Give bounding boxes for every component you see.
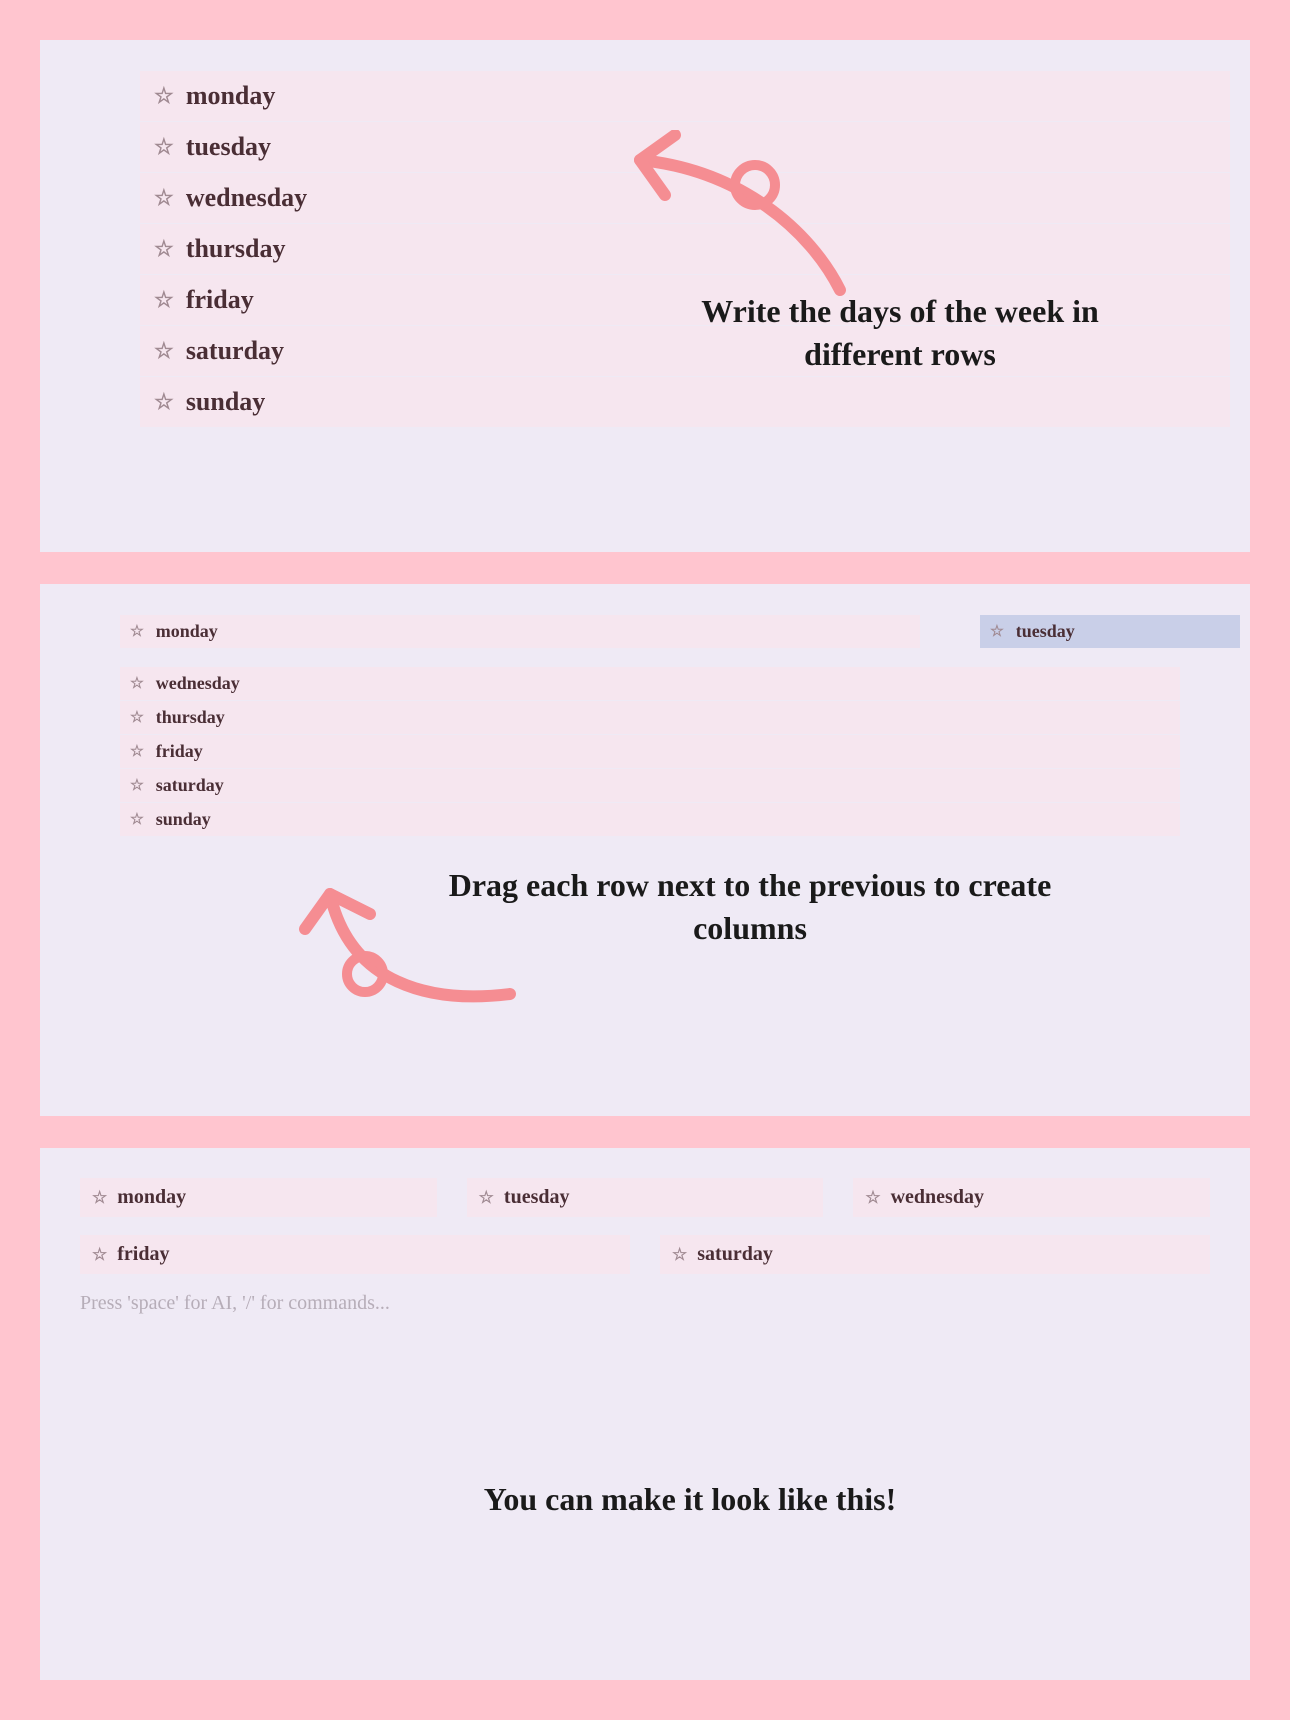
column-header[interactable]: ☆ tuesday (467, 1178, 824, 1217)
list-item[interactable]: ☆ saturday (120, 768, 1180, 802)
days-list: ☆ wednesday ☆ thursday ☆ friday ☆ saturday ☆… (120, 666, 1180, 836)
day-label: saturday (156, 775, 224, 796)
day-label: wednesday (891, 1186, 984, 1209)
drag-row: ☆ monday ☆ tuesday (120, 614, 1250, 648)
star-icon: ☆ (990, 622, 1004, 641)
star-icon: ☆ (672, 1245, 687, 1265)
day-label: friday (186, 285, 254, 315)
star-icon: ☆ (92, 1245, 107, 1265)
list-item[interactable]: ☆ friday (120, 734, 1180, 768)
star-icon: ☆ (130, 622, 144, 641)
day-label: thursday (156, 707, 225, 728)
star-icon: ☆ (865, 1188, 880, 1208)
day-label: monday (186, 81, 276, 111)
list-item[interactable]: ☆ monday (120, 614, 920, 648)
star-icon: ☆ (479, 1188, 494, 1208)
star-icon: ☆ (130, 776, 144, 795)
list-item[interactable]: ☆ thursday (120, 700, 1180, 734)
star-icon: ☆ (154, 236, 174, 262)
column-header[interactable]: ☆ saturday (660, 1235, 1210, 1274)
list-item[interactable]: ☆ tuesday (140, 121, 1230, 172)
annotation-text: Drag each row next to the previous to cr… (440, 864, 1060, 950)
day-label: friday (117, 1243, 169, 1266)
day-label: tuesday (186, 132, 271, 162)
day-label: wednesday (156, 673, 240, 694)
star-icon: ☆ (154, 338, 174, 364)
annotation-text: Write the days of the week in different … (670, 290, 1130, 376)
star-icon: ☆ (130, 742, 144, 761)
step-3-panel: ☆ monday ☆ tuesday ☆ wednesday ☆ friday ☆ sat… (40, 1148, 1250, 1680)
dragged-item[interactable]: ☆ tuesday (980, 614, 1240, 648)
star-icon: ☆ (154, 83, 174, 109)
list-item[interactable]: ☆ sunday (140, 376, 1230, 427)
star-icon: ☆ (130, 810, 144, 829)
column-row: ☆ friday ☆ saturday (80, 1235, 1210, 1274)
day-label: saturday (697, 1243, 773, 1266)
list-item[interactable]: ☆ monday (140, 70, 1230, 121)
day-label: tuesday (1016, 621, 1075, 642)
star-icon: ☆ (154, 389, 174, 415)
column-header[interactable]: ☆ friday (80, 1235, 630, 1274)
annotation-text: You can make it look like this! (430, 1478, 950, 1521)
day-label: tuesday (504, 1186, 570, 1209)
day-label: sunday (156, 809, 211, 830)
star-icon: ☆ (130, 674, 144, 693)
column-row: ☆ monday ☆ tuesday ☆ wednesday (80, 1178, 1210, 1217)
step-1-panel: ☆ monday ☆ tuesday ☆ wednesday ☆ thursday ☆ f… (40, 40, 1250, 552)
column-header[interactable]: ☆ monday (80, 1178, 437, 1217)
day-label: sunday (186, 387, 266, 417)
list-item[interactable]: ☆ thursday (140, 223, 1230, 274)
star-icon: ☆ (92, 1188, 107, 1208)
column-header[interactable]: ☆ wednesday (853, 1178, 1210, 1217)
day-label: friday (156, 741, 203, 762)
day-label: monday (156, 621, 218, 642)
star-icon: ☆ (154, 287, 174, 313)
day-label: monday (117, 1186, 186, 1209)
step-2-panel: ☆ monday ☆ tuesday ☆ wednesday ☆ thursday ☆ f… (40, 584, 1250, 1116)
list-item[interactable]: ☆ sunday (120, 802, 1180, 836)
star-icon: ☆ (154, 185, 174, 211)
star-icon: ☆ (130, 708, 144, 727)
day-label: saturday (186, 336, 284, 366)
new-block-placeholder[interactable]: Press 'space' for AI, '/' for commands..… (80, 1292, 1210, 1315)
list-item[interactable]: ☆ wednesday (120, 666, 1180, 700)
day-label: wednesday (186, 183, 307, 213)
list-item[interactable]: ☆ wednesday (140, 172, 1230, 223)
day-label: thursday (186, 234, 286, 264)
star-icon: ☆ (154, 134, 174, 160)
